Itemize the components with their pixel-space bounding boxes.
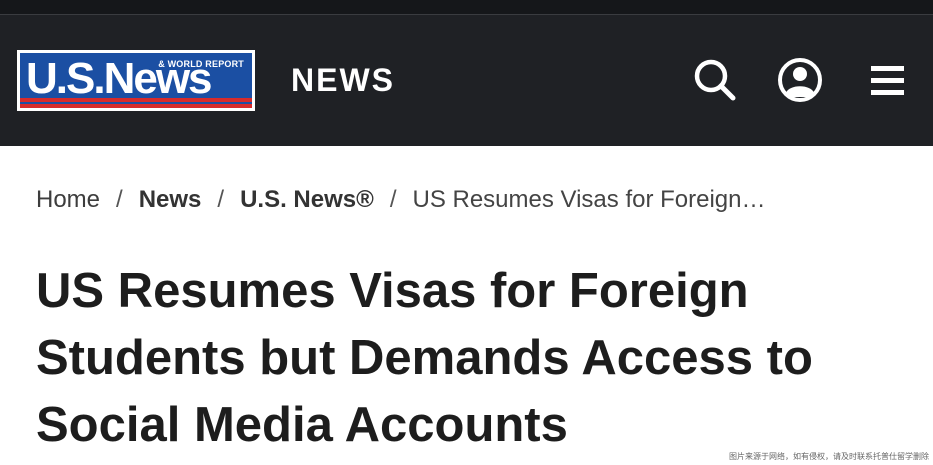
breadcrumb-current: US Resumes Visas for Foreign… <box>412 186 766 213</box>
logo-stripe <box>20 104 252 108</box>
logo-wordmark: U.S.News <box>26 54 213 103</box>
site-header: & WORLD REPORT U.S.News NEWS <box>0 0 933 146</box>
breadcrumb: Home / News / U.S. News® / US Resumes Visas fo… <box>36 186 766 214</box>
logo-stripe <box>20 98 252 102</box>
account-icon <box>778 58 822 102</box>
search-button[interactable] <box>692 57 738 103</box>
breadcrumb-news[interactable]: News <box>139 186 202 213</box>
page: & WORLD REPORT U.S.News NEWS Home / News… <box>0 0 933 465</box>
breadcrumb-us-news[interactable]: U.S. News® <box>240 186 374 213</box>
article-headline: US Resumes Visas for Foreign Students bu… <box>36 264 813 452</box>
breadcrumb-home[interactable]: Home <box>36 186 100 213</box>
search-icon <box>694 59 736 101</box>
breadcrumb-separator: / <box>389 186 397 213</box>
top-strip <box>0 0 933 15</box>
menu-button[interactable] <box>864 57 910 103</box>
breadcrumb-separator: / <box>217 186 225 213</box>
watermark-text: 图片来源于网络，如有侵权，请及时联系托普仕留学删除 <box>729 452 929 461</box>
breadcrumb-separator: / <box>116 186 123 213</box>
account-button[interactable] <box>777 57 823 103</box>
usnews-logo[interactable]: & WORLD REPORT U.S.News <box>17 50 255 111</box>
section-label[interactable]: NEWS <box>291 60 395 100</box>
logo-background: & WORLD REPORT U.S.News <box>20 53 252 108</box>
menu-icon <box>871 66 904 95</box>
